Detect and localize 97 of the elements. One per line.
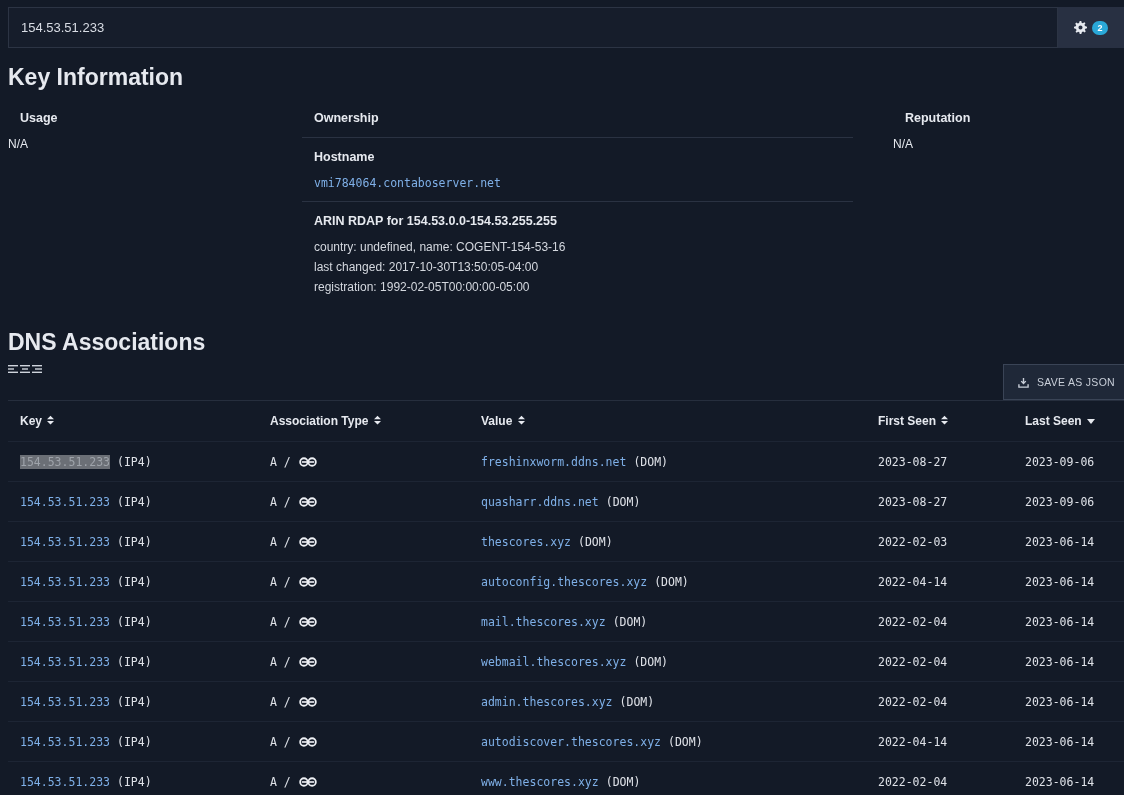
ownership-heading: ARIN RDAP for 154.53.0.0-154.53.255.255 [314,214,558,228]
association-type: A / [270,454,291,469]
domain-link[interactable]: www.thescores.xyz [481,774,599,789]
last-seen-date: 2023-09-06 [1025,454,1095,469]
link-icon [298,456,317,467]
ip-link[interactable]: 154.53.51.233 [20,574,110,589]
ip-link[interactable]: 154.53.51.233 [20,774,110,789]
first-seen-date: 2022-02-04 [878,774,948,789]
domain-link[interactable]: mail.thescores.xyz [481,614,606,629]
hostname-link[interactable]: vmi784064.contaboserver.net [314,176,841,190]
record-type: (IP4) [117,454,152,469]
settings-icon [1074,21,1088,34]
record-type: (DOM) [654,574,689,589]
record-type: (IP4) [117,614,152,629]
last-seen-date: 2023-06-14 [1025,694,1095,709]
domain-link[interactable]: autodiscover.thescores.xyz [481,734,661,749]
link-icon [298,576,317,587]
association-type: A / [270,734,291,749]
download-icon [1017,376,1029,388]
domain-link[interactable]: quasharr.ddns.net [481,494,599,509]
reputation-label: Reputation [904,111,972,127]
column-header[interactable]: Association Type [258,400,469,442]
ip-link[interactable]: 154.53.51.233 [20,654,110,669]
record-type: (IP4) [117,574,152,589]
rdap-line: last changed: 2017-10-30T13:50:05-04:00 [314,260,540,274]
record-type: (IP4) [117,494,152,509]
association-type: A / [270,534,291,549]
record-type: (DOM) [578,534,613,549]
column-header[interactable]: Value [469,400,866,442]
link-icon [298,536,317,547]
last-seen-date: 2023-06-14 [1025,614,1095,629]
association-type: A / [270,574,291,589]
last-seen-date: 2023-06-14 [1025,654,1095,669]
density-icon[interactable] [32,364,42,374]
ip-link[interactable]: 154.53.51.233 [20,534,110,549]
association-type: A / [270,774,291,789]
ip-link[interactable]: 154.53.51.233 [20,494,110,509]
domain-link[interactable]: autoconfig.thescores.xyz [481,574,648,589]
last-seen-date: 2023-09-06 [1025,494,1095,509]
last-seen-date: 2023-06-14 [1025,534,1095,549]
first-seen-date: 2023-08-27 [878,494,948,509]
domain-link[interactable]: freshinxworm.ddns.net [481,454,627,469]
link-icon [298,696,317,707]
reputation-value: N/A [892,137,914,151]
record-type: (DOM) [605,774,641,789]
first-seen-date: 2022-04-14 [878,574,948,589]
first-seen-date: 2022-02-04 [878,614,948,629]
ip-link[interactable]: 154.53.51.233 [20,614,110,629]
record-type: (IP4) [117,694,152,709]
association-type: A / [270,494,291,509]
density-icon[interactable] [8,364,18,374]
link-icon [298,496,317,507]
record-type: (IP4) [117,734,152,749]
first-seen-date: 2023-08-27 [878,454,948,469]
link-icon [298,736,317,747]
record-type: (DOM) [605,494,641,509]
record-type: (IP4) [117,654,152,669]
column-header[interactable]: Key [8,400,258,442]
section-title: Key Information [8,64,185,91]
rdap-line: registration: 1992-02-05T00:00:00-05:00 [314,280,531,294]
association-type: A / [270,614,291,629]
search-field[interactable]: 154.53.51.233 [8,7,1058,48]
save-as-json-button[interactable]: SAVE AS JSON [1002,364,1124,400]
record-type: (DOM) [612,614,648,629]
last-seen-date: 2023-06-14 [1025,574,1095,589]
section-title: DNS Associations [8,329,207,356]
record-type: (IP4) [117,774,152,789]
ownership-heading: Hostname [314,150,376,164]
record-type: (DOM) [668,734,703,749]
record-type: (IP4) [117,534,152,549]
first-seen-date: 2022-02-04 [878,694,948,709]
column-header[interactable]: First Seen [866,400,1013,442]
density-icon[interactable] [20,364,30,374]
usage-value: N/A [8,137,29,151]
last-seen-date: 2023-06-14 [1025,774,1095,789]
record-type: (DOM) [633,654,669,669]
link-icon [298,616,317,627]
rdap-line: country: undefined, name: COGENT-154-53-16 [314,240,567,254]
usage-label: Usage [19,111,59,127]
count-badge: 2 [1092,20,1108,35]
record-type: (DOM) [633,454,669,469]
link-icon [298,776,317,787]
first-seen-date: 2022-02-03 [878,534,948,549]
association-type: A / [270,654,291,669]
association-type: A / [270,694,291,709]
ip-link[interactable]: 154.53.51.233 [20,694,110,709]
domain-link[interactable]: admin.thescores.xyz [481,694,613,709]
column-header[interactable]: Last Seen [1013,400,1124,442]
ownership-label: Ownership [302,111,853,138]
record-type: (DOM) [619,694,655,709]
first-seen-date: 2022-04-14 [878,734,948,749]
ip-link[interactable]: 154.53.51.233 [20,734,110,749]
domain-link[interactable]: thescores.xyz [481,534,571,549]
last-seen-date: 2023-06-14 [1025,734,1095,749]
link-icon [298,656,317,667]
first-seen-date: 2022-02-04 [878,654,948,669]
domain-link[interactable]: webmail.thescores.xyz [481,654,627,669]
